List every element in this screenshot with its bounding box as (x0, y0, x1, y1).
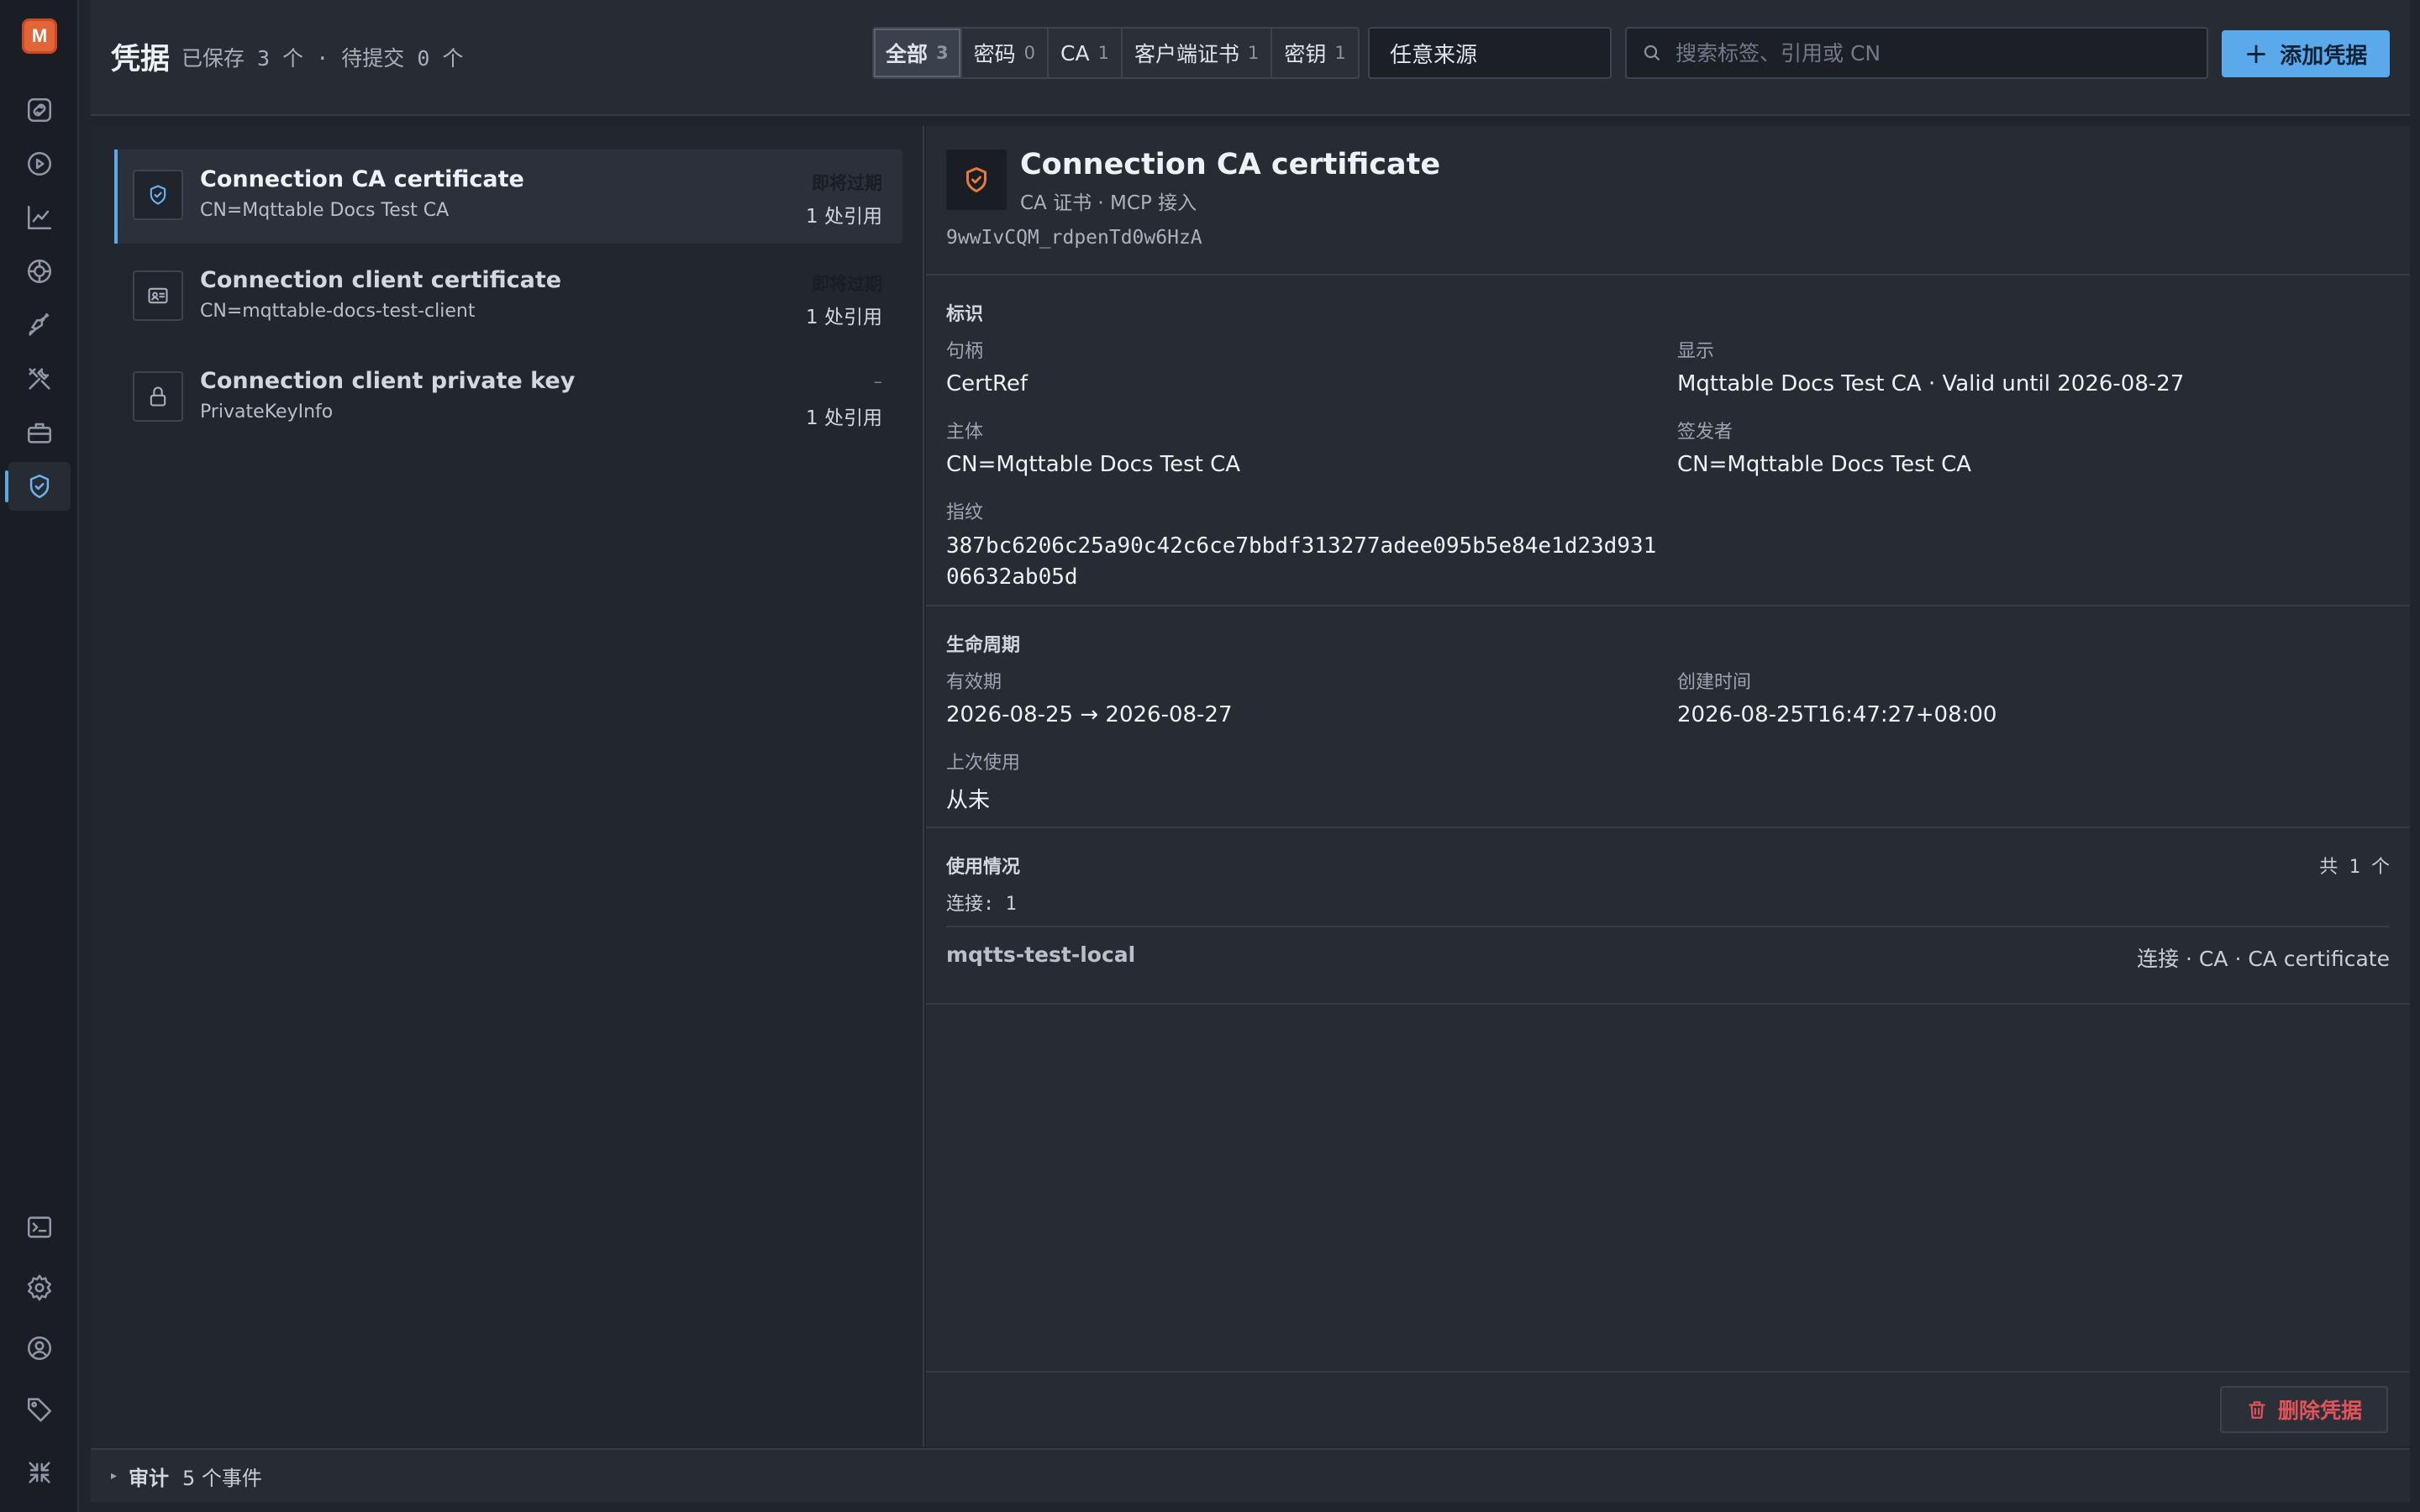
usage-total: 共 1 个 (2319, 857, 2390, 878)
nav-tags[interactable] (8, 1384, 71, 1433)
link-icon (27, 97, 52, 123)
filter-count: 0 (1023, 43, 1036, 63)
fingerprint-field: 指纹 387bc6206c25a90c42c6ce7bbdf313277adee… (946, 502, 1657, 590)
rocket-icon (29, 312, 50, 336)
nav-account[interactable] (8, 1324, 71, 1373)
list-item[interactable]: Connection client certificate CN=mqttabl… (114, 250, 902, 344)
created-field: 创建时间 2026-08-25T16:47:27+08:00 (1677, 672, 1997, 727)
lock-icon (150, 386, 166, 407)
ref-count: 1 处引用 (806, 307, 882, 328)
audit-label: 审计 (129, 1466, 170, 1490)
last-used-field: 上次使用 从未 (946, 753, 1021, 813)
display-field: 显示 Mqttable Docs Test CA · Valid until 2… (1677, 341, 2185, 396)
credential-id: 9wwIvCQM_rdpenTd0w6HzA (946, 227, 1202, 249)
list-item[interactable]: Connection CA certificate CN=Mqttable Do… (114, 150, 902, 244)
usage-row[interactable]: mqtts-test-local 连接 · CA · CA certificat… (946, 926, 2390, 983)
handle-field: 句柄 CertRef (946, 341, 1028, 396)
nav-credentials[interactable] (5, 462, 71, 511)
filter-ca[interactable]: CA 1 (1049, 29, 1123, 77)
expand-triangle-icon: ▸ (111, 1469, 118, 1483)
status-badge: – (873, 371, 883, 391)
left-rail: M (0, 0, 79, 1512)
filter-client-cert[interactable]: 客户端证书 1 (1123, 29, 1273, 77)
save-stats: 已保存 3 个 · 待提交 0 个 (182, 46, 464, 71)
section-heading: 标识 (946, 304, 984, 325)
credential-name: Connection CA certificate (200, 166, 524, 192)
trash-icon (2249, 1401, 2265, 1419)
credential-sub: CN=Mqttable Docs Test CA (200, 200, 450, 221)
nav-broker[interactable] (8, 247, 71, 296)
detail-footer: 删除凭据 (926, 1371, 2410, 1446)
tools-icon (29, 368, 50, 390)
validity-field: 有效期 2026-08-25 → 2026-08-27 (946, 672, 1233, 727)
credential-sub: PrivateKeyInfo (200, 402, 334, 423)
section-heading: 生命周期 (946, 635, 1021, 656)
nav-run[interactable] (8, 139, 71, 188)
collapse-icon (29, 1462, 50, 1483)
nav-terminal[interactable] (8, 1203, 71, 1252)
shield-check-icon (29, 474, 50, 499)
nav-collapse[interactable] (8, 1448, 71, 1497)
usage-connection-desc: 连接 · CA · CA certificate (2137, 947, 2390, 971)
filter-count: 1 (1334, 43, 1346, 63)
terminal-icon (27, 1216, 52, 1238)
app-logo[interactable]: M (22, 18, 57, 54)
tag-icon (27, 1398, 52, 1422)
nav-charts[interactable] (8, 193, 71, 242)
source-select[interactable]: 任意来源 (1368, 27, 1612, 79)
filter-count: 1 (1097, 43, 1109, 63)
usage-connections: 连接: 1 (946, 894, 1017, 915)
audit-bar[interactable]: ▸ 审计 5 个事件 (91, 1448, 2410, 1502)
ref-count: 1 处引用 (806, 407, 882, 429)
lifecycle-section: 生命周期 有效期 2026-08-25 → 2026-08-27 创建时间 20… (926, 606, 2410, 828)
status-badge: 即将过期 (812, 173, 882, 193)
list-item[interactable]: Connection client private key PrivateKey… (114, 351, 902, 445)
status-badge: 即将过期 (812, 274, 882, 294)
gear-icon (27, 1274, 52, 1301)
detail-header: Connection CA certificate CA 证书 · MCP 接入… (926, 126, 2410, 276)
delete-credential-button[interactable]: 删除凭据 (2220, 1386, 2388, 1433)
target-icon (27, 259, 52, 284)
nav-settings[interactable] (8, 1263, 71, 1312)
nav-toolbox[interactable] (8, 408, 71, 457)
credential-name: Connection client private key (200, 368, 576, 394)
shield-check-icon (966, 167, 986, 192)
add-credential-button[interactable]: + 添加凭据 (2222, 30, 2390, 77)
credential-name: Connection client certificate (200, 267, 562, 293)
credential-detail: Connection CA certificate CA 证书 · MCP 接入… (926, 126, 2410, 1446)
audit-count: 5 个事件 (182, 1466, 262, 1490)
credential-sub: CN=mqttable-docs-test-client (200, 301, 476, 322)
detail-subtitle: CA 证书 · MCP 接入 (1020, 192, 1197, 214)
section-heading: 使用情况 (946, 857, 1021, 878)
briefcase-icon (27, 423, 52, 444)
filter-password[interactable]: 密码 0 (962, 29, 1050, 77)
issuer-field: 签发者 CN=Mqttable Docs Test CA (1677, 422, 1972, 477)
usage-section: 使用情况 共 1 个 连接: 1 mqtts-test-local 连接 · C… (926, 828, 2410, 1005)
search-box (1625, 27, 2208, 79)
type-filter: 全部 3 密码 0 CA 1 客户端证书 1 密钥 1 (872, 27, 1360, 79)
page-title: 凭据 (111, 43, 171, 76)
id-card-icon (148, 287, 168, 304)
chart-icon (27, 205, 52, 230)
play-circle-icon (27, 151, 52, 176)
user-circle-icon (27, 1336, 52, 1361)
search-icon (1644, 45, 1660, 61)
ref-count: 1 处引用 (806, 206, 882, 228)
nav-tools[interactable] (8, 354, 71, 403)
search-input[interactable] (1676, 40, 2180, 66)
filter-key[interactable]: 密钥 1 (1272, 29, 1357, 77)
filter-count: 1 (1247, 43, 1260, 63)
page-header: 凭据 已保存 3 个 · 待提交 0 个 全部 3 密码 0 CA 1 客户端证书 1 … (91, 0, 2410, 116)
credential-list: Connection CA certificate CN=Mqttable Do… (91, 126, 924, 1446)
filter-count: 3 (936, 43, 949, 63)
identity-section: 标识 句柄 CertRef 显示 Mqttable Docs Test CA ·… (926, 276, 2410, 606)
nav-connections[interactable] (8, 86, 71, 134)
filter-all[interactable]: 全部 3 (874, 29, 962, 77)
usage-connection-name: mqtts-test-local (946, 942, 1136, 967)
subject-field: 主体 CN=Mqttable Docs Test CA (946, 422, 1241, 477)
shield-check-icon (150, 185, 166, 205)
detail-title: Connection CA certificate (1020, 148, 1441, 181)
plus-icon: + (2244, 37, 2269, 71)
nav-publish[interactable] (8, 301, 71, 349)
